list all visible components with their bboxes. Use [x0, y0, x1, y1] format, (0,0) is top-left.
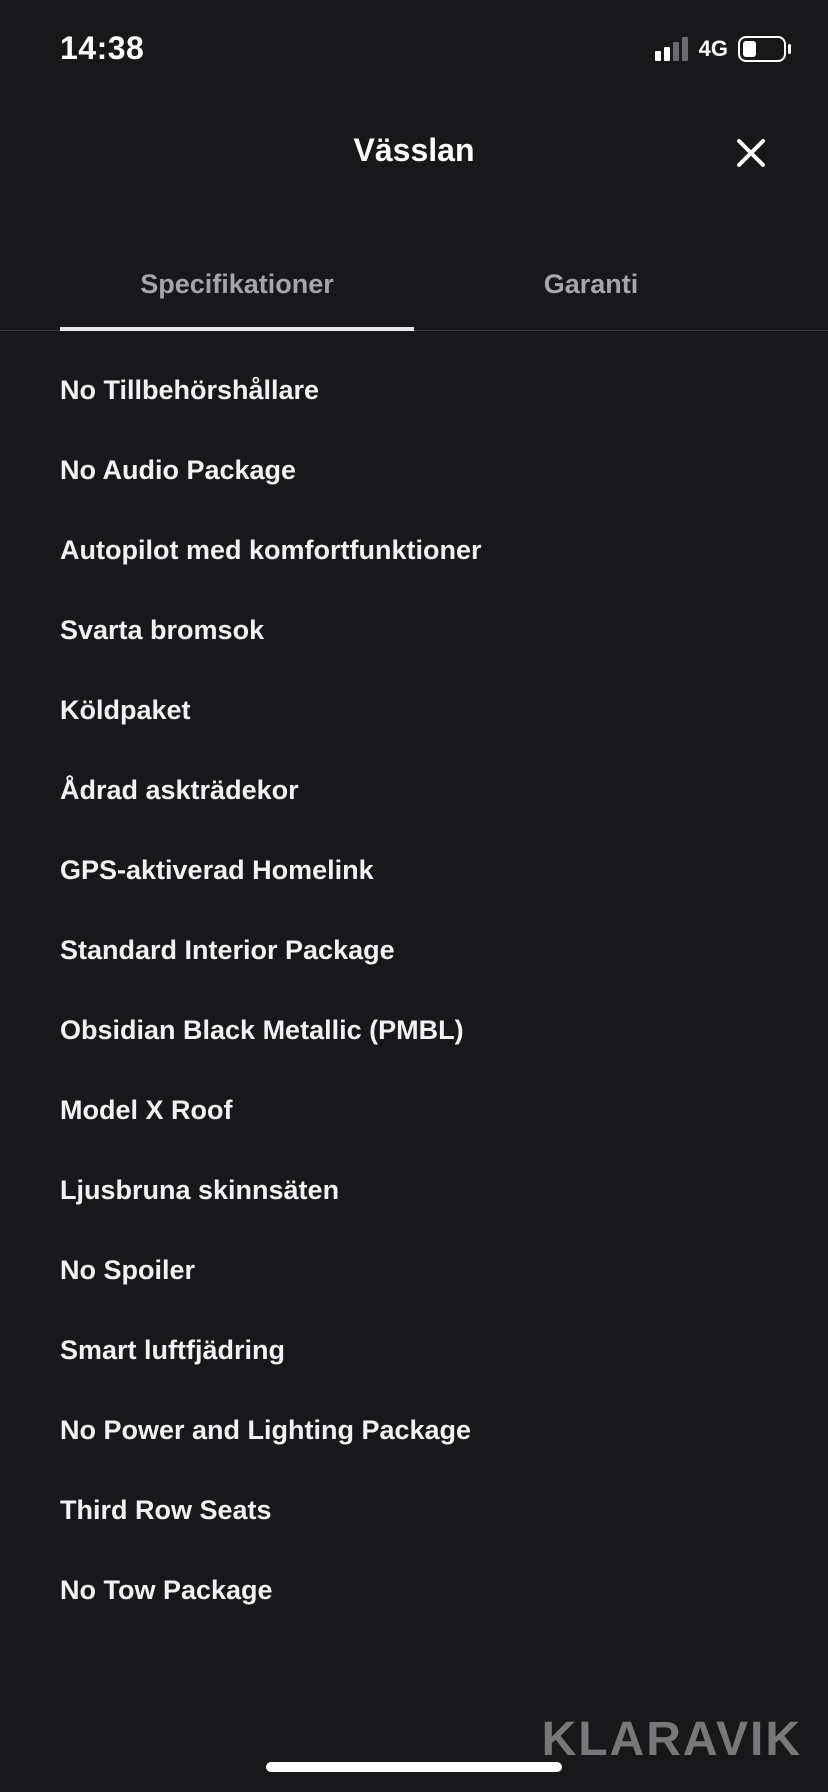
list-item: Ljusbruna skinnsäten	[60, 1174, 340, 1205]
battery-icon	[738, 36, 791, 62]
specification-list: No Tillbehörshållare No Audio Package Au…	[60, 350, 780, 1630]
signal-icon	[654, 37, 688, 61]
watermark: KLARAVIK	[541, 1713, 802, 1766]
list-item: Köldpaket	[60, 694, 191, 725]
list-item: Svarta bromsok	[60, 614, 265, 645]
list-item: No Spoiler	[60, 1254, 196, 1285]
status-indicators: 4G	[654, 36, 792, 62]
list-item: Model X Roof	[60, 1094, 233, 1125]
close-icon	[737, 139, 765, 167]
list-item: GPS-aktiverad Homelink	[60, 854, 374, 885]
list-item: Smart luftfjädring	[60, 1334, 286, 1365]
tab-bar: Specifikationer Garanti	[0, 240, 828, 331]
list-item: Third Row Seats	[60, 1494, 272, 1525]
close-button[interactable]	[726, 128, 776, 178]
list-item: No Power and Lighting Package	[60, 1414, 472, 1445]
list-item: No Audio Package	[60, 454, 297, 485]
network-label: 4G	[698, 36, 728, 61]
status-bar: 14:38 4G	[0, 0, 828, 100]
page-title: Vässlan	[353, 132, 475, 168]
list-item: Obsidian Black Metallic (PMBL)	[60, 1014, 464, 1045]
list-item: Standard Interior Package	[60, 934, 395, 965]
tab-warranty[interactable]: Garanti	[414, 240, 768, 328]
active-tab-indicator	[60, 327, 414, 331]
list-item: Autopilot med komfortfunktioner	[60, 534, 482, 565]
header: Vässlan	[0, 110, 828, 200]
tab-specifications[interactable]: Specifikationer	[60, 240, 414, 328]
list-item: Ådrad askträdekor	[60, 774, 299, 805]
home-indicator[interactable]	[266, 1762, 562, 1772]
status-time: 14:38	[60, 30, 145, 66]
list-item: No Tow Package	[60, 1574, 273, 1605]
list-item: No Tillbehörshållare	[60, 374, 320, 405]
